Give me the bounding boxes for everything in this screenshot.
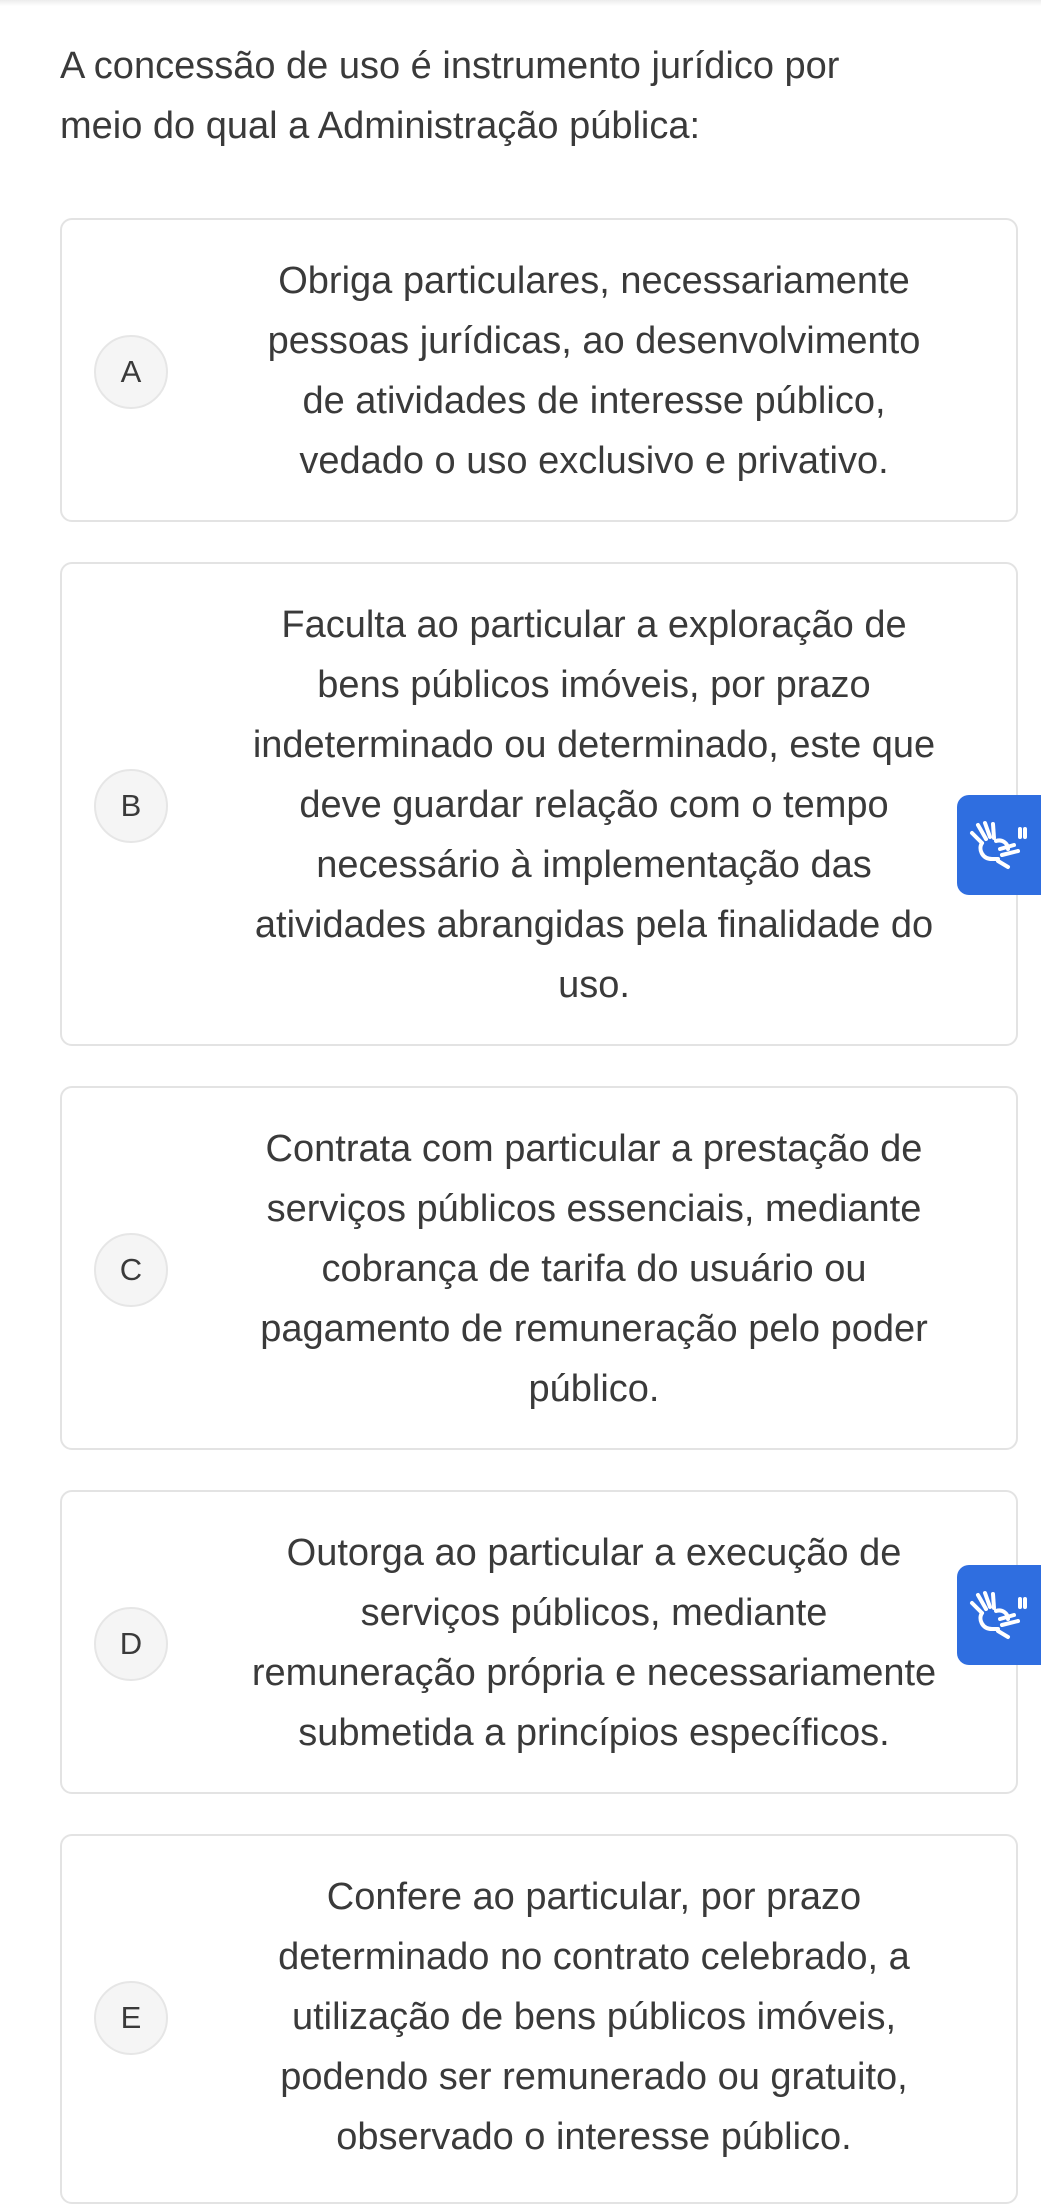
option-text-line: necessário à implementação das [316,844,872,886]
option-text-line: de atividades de interesse público, [302,380,886,422]
option-text-line: podendo ser remunerado ou gratuito, [280,2056,908,2098]
option-text-line: utilização de bens públicos imóveis, [291,1996,897,2038]
option-letter-d: D [94,1607,168,1681]
option-text-line: Contrata com particular a prestação de [265,1128,923,1170]
option-text-line: serviços públicos, mediante [360,1592,828,1634]
top-shadow [0,0,1041,6]
option-text-a: Obriga particulares, necessariamente pes… [208,251,980,491]
question-text: A concessão de uso é instrumento jurídic… [60,36,1000,156]
option-text-line: vedado o uso exclusivo e privativo. [299,440,889,482]
option-text-line: pessoas jurídicas, ao desenvolvimento [267,320,921,362]
question-line: A concessão de uso é instrumento jurídic… [60,45,840,87]
option-letter-c: C [94,1233,168,1307]
option-text-line: uso. [558,964,630,1006]
option-text-line: Obriga particulares, necessariamente [278,260,910,302]
option-text-line: Outorga ao particular a execução de [286,1532,902,1574]
option-text-line: atividades abrangidas pela finalidade do [254,904,934,946]
option-text-line: pagamento de remuneração pelo poder [260,1308,928,1350]
option-text-line: deve guardar relação com o tempo [299,784,889,826]
option-text-c: Contrata com particular a prestação de s… [208,1119,980,1419]
option-e[interactable]: E Confere ao particular, por prazo deter… [60,1834,1018,2204]
option-text-b: Faculta ao particular a exploração de be… [208,595,980,1015]
option-text-line: serviços públicos essenciais, mediante [266,1188,922,1230]
option-text-e: Confere ao particular, por prazo determi… [208,1867,980,2167]
option-a[interactable]: A Obriga particulares, necessariamente p… [60,218,1018,522]
option-text-line: indeterminado ou determinado, este que [252,724,936,766]
option-letter-e: E [94,1981,168,2055]
option-text-line: Faculta ao particular a exploração de [281,604,907,646]
option-letter-b: B [94,769,168,843]
option-text-line: determinado no contrato celebrado, a [278,1936,910,1978]
option-text-d: Outorga ao particular a execução de serv… [208,1523,980,1763]
option-text-line: remuneração própria e necessariamente [251,1652,937,1694]
option-text-line: observado o interesse público. [336,2116,852,2158]
option-c[interactable]: C Contrata com particular a prestação de… [60,1086,1018,1450]
question-line: meio do qual a Administração pública: [60,105,701,147]
libras-accessibility-button[interactable] [957,795,1041,895]
libras-accessibility-button[interactable] [957,1565,1041,1665]
option-text-line: submetida a princípios específicos. [298,1712,890,1754]
sign-language-hands-icon [968,1589,1030,1641]
option-b[interactable]: B Faculta ao particular a exploração de … [60,562,1018,1046]
option-text-line: público. [528,1368,660,1410]
option-text-line: bens públicos imóveis, por prazo [317,664,871,706]
option-text-line: cobrança de tarifa do usuário ou [321,1248,867,1290]
option-d[interactable]: D Outorga ao particular a execução de se… [60,1490,1018,1794]
option-text-line: Confere ao particular, por prazo [326,1876,862,1918]
sign-language-hands-icon [968,819,1030,871]
option-letter-a: A [94,335,168,409]
